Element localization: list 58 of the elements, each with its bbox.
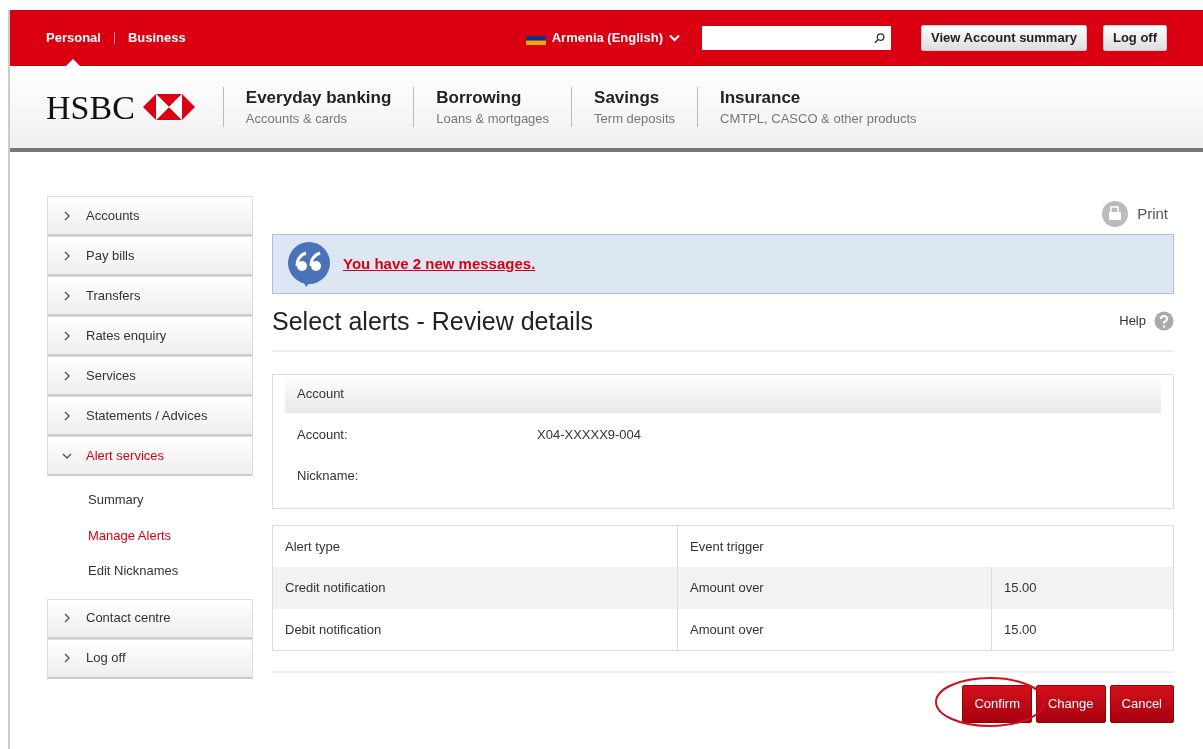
chevron-right-icon xyxy=(62,613,72,623)
nav-title[interactable]: Insurance xyxy=(720,86,917,110)
sidebar-subitem[interactable]: Edit Nicknames xyxy=(47,553,253,589)
sidebar-item[interactable]: Pay bills xyxy=(47,236,253,276)
column-header: Event trigger xyxy=(677,525,992,567)
table-cell: Amount over xyxy=(677,567,992,609)
logo-text: HSBC xyxy=(46,87,135,128)
page-title: Select alerts - Review details xyxy=(272,306,593,336)
help-icon xyxy=(1154,311,1174,331)
chevron-right-icon xyxy=(62,290,72,301)
print-link[interactable]: Print xyxy=(1101,200,1168,228)
sidebar-item[interactable]: Contact centre xyxy=(47,598,253,639)
nav-subtitle[interactable]: CMTPL, CASCO & other products xyxy=(720,110,917,126)
sidebar-item[interactable]: Alert services xyxy=(47,436,253,476)
field-value: X04-XXXXX9-004 xyxy=(537,425,642,444)
sidebar-item[interactable]: Accounts xyxy=(47,196,253,236)
printer-icon xyxy=(1101,200,1130,228)
nav-title[interactable]: Savings xyxy=(594,86,675,110)
header-button[interactable]: Log off xyxy=(1102,25,1167,51)
table-cell: Amount over xyxy=(677,608,992,651)
table-cell: 15.00 xyxy=(991,567,1174,609)
nav-title[interactable]: Borrowing xyxy=(436,86,550,110)
nav-subtitle[interactable]: Loans & mortgages xyxy=(436,110,550,126)
segment-tab[interactable]: Business xyxy=(127,10,186,66)
sidebar-item[interactable]: Log off xyxy=(47,638,253,679)
panel-heading: Account xyxy=(297,386,344,401)
action-button[interactable]: Confirm xyxy=(962,685,1032,723)
sidebar-subitem[interactable]: Manage Alerts xyxy=(47,517,253,553)
chevron-right-icon xyxy=(62,250,72,261)
sidebar-item[interactable]: Rates enquiry xyxy=(47,316,253,356)
action-button[interactable]: Change xyxy=(1036,685,1106,723)
sidebar-item[interactable]: Transfers xyxy=(47,276,253,316)
chevron-right-icon xyxy=(62,410,72,421)
sidebar-subitem[interactable]: Summary xyxy=(47,482,253,518)
help-link[interactable]: Help xyxy=(1119,311,1174,331)
chevron-right-icon xyxy=(62,210,72,221)
chevron-right-icon xyxy=(62,370,72,381)
nav-subtitle[interactable]: Term deposits xyxy=(594,110,675,126)
search-icon xyxy=(873,32,885,44)
field-label: Nickname: xyxy=(297,467,360,485)
field-label: Account: xyxy=(297,425,349,444)
table-cell: 15.00 xyxy=(991,608,1174,651)
search-field[interactable] xyxy=(702,26,891,50)
chevron-right-icon xyxy=(62,330,72,341)
sidebar-item[interactable]: Services xyxy=(47,356,253,396)
table-cell: Credit notification xyxy=(272,567,678,609)
quote-bubble-icon xyxy=(285,241,333,287)
chevron-down-icon xyxy=(669,34,680,42)
messages-link[interactable]: You have 2 new messages. xyxy=(343,252,536,276)
sidebar-item[interactable]: Statements / Advices xyxy=(47,396,253,436)
hexagon-logo-icon xyxy=(142,94,195,120)
header-button[interactable]: View Account summary xyxy=(921,25,1087,51)
region-selector[interactable]: Armenia (English) xyxy=(525,28,680,48)
action-button[interactable]: Cancel xyxy=(1109,685,1174,723)
nav-title[interactable]: Everyday banking xyxy=(245,86,392,110)
nav-subtitle[interactable]: Accounts & cards xyxy=(245,110,347,126)
table-cell: Debit notification xyxy=(272,608,678,651)
chevron-right-icon xyxy=(62,653,72,663)
